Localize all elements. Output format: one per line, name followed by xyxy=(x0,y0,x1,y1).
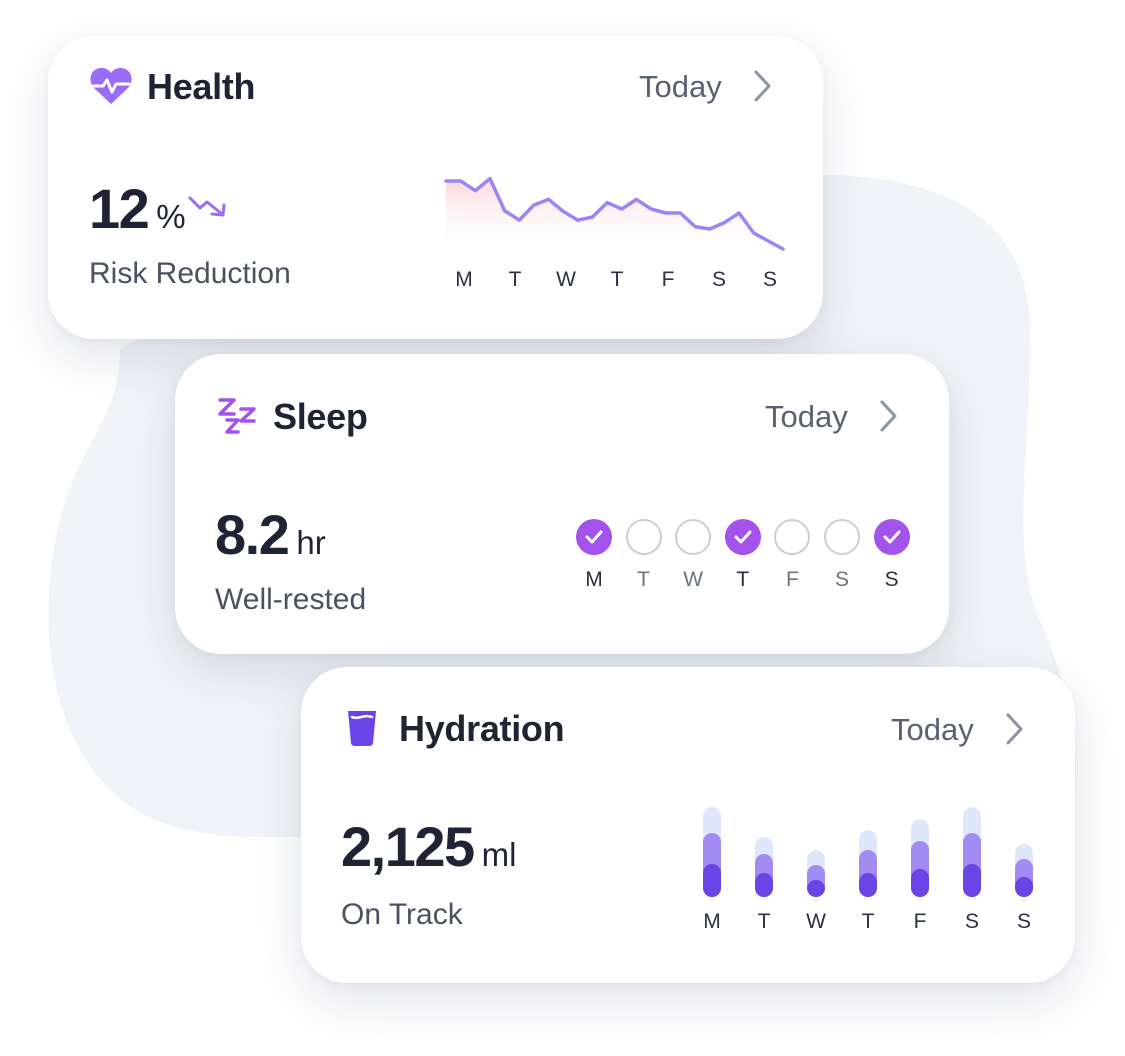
sleep-period-label[interactable]: Today xyxy=(765,399,848,435)
water-glass-icon xyxy=(348,711,376,746)
hydration-day-label: T xyxy=(861,910,875,933)
hydration-bar xyxy=(859,830,877,897)
sleep-day-check-done xyxy=(873,519,910,555)
health-day-label: S xyxy=(762,268,777,291)
sleep-label: Well-rested xyxy=(215,583,367,616)
hydration-bar-segment xyxy=(963,864,981,897)
hydration-card[interactable]: Hydration Today 2,125 ml On Track M T W T F S S xyxy=(301,667,1075,983)
sleep-day-check-empty xyxy=(675,519,712,555)
hydration-value: 2,125 xyxy=(341,815,475,878)
sleep-day-check-done xyxy=(576,519,612,555)
hydration-day-label: S xyxy=(964,910,979,933)
hydration-day-label: M xyxy=(703,910,721,933)
health-card[interactable]: Health Today 12% Risk Reduction M T W T F S S xyxy=(48,36,823,339)
health-period-label[interactable]: Today xyxy=(639,69,722,105)
hydration-title: Hydration xyxy=(399,708,565,749)
health-day-label: T xyxy=(508,268,522,291)
checkmark-icon xyxy=(883,530,901,544)
checkmark-icon xyxy=(734,530,752,544)
sleep-day-label: M xyxy=(585,568,603,591)
checkmark-icon xyxy=(585,530,603,544)
heart-pulse-icon xyxy=(90,67,132,104)
sleep-day-check-empty xyxy=(824,519,860,555)
sleep-day-check-done xyxy=(724,519,761,555)
health-day-label: T xyxy=(610,268,624,291)
chevron-right-icon[interactable] xyxy=(752,69,772,103)
health-day-label: F xyxy=(661,268,675,291)
hydration-bar-segment xyxy=(755,873,773,897)
hydration-bar xyxy=(963,807,981,897)
hydration-bar xyxy=(703,807,721,897)
chevron-right-icon[interactable] xyxy=(878,399,898,433)
hydration-bar-segment xyxy=(1015,877,1033,897)
health-metric: 12% xyxy=(89,181,186,237)
hydration-day-label: F xyxy=(913,910,927,933)
chevron-right-icon[interactable] xyxy=(1004,712,1024,746)
hydration-unit: ml xyxy=(481,836,517,873)
hydration-metric: 2,125 ml xyxy=(341,819,516,875)
health-day-label: W xyxy=(556,268,576,291)
hydration-day-label: T xyxy=(757,910,771,933)
sleep-day-label: F xyxy=(785,568,799,591)
health-label: Risk Reduction xyxy=(89,257,291,290)
sleep-day-label: S xyxy=(834,568,849,591)
hydration-bar xyxy=(755,837,773,897)
sleep-value: 8.2 xyxy=(215,503,290,566)
hydration-day-label: W xyxy=(806,910,826,933)
sleep-card[interactable]: Sleep Today 8.2 hr Well-rested M T W T F S S xyxy=(175,354,949,654)
sleep-day-check-empty xyxy=(774,519,811,555)
hydration-period-label[interactable]: Today xyxy=(891,712,974,748)
sleep-unit: hr xyxy=(296,524,326,561)
hydration-day-label: S xyxy=(1016,910,1031,933)
sleep-title: Sleep xyxy=(273,396,368,437)
hydration-bar xyxy=(1015,844,1033,897)
sleep-metric: 8.2 hr xyxy=(215,507,326,563)
health-day-label: S xyxy=(711,268,726,291)
hydration-bar xyxy=(807,850,825,897)
sleep-day-check-empty xyxy=(625,519,662,555)
sleep-day-label: T xyxy=(736,568,750,591)
health-unit: % xyxy=(156,198,186,235)
health-trend-chart xyxy=(444,176,785,256)
zzz-icon xyxy=(218,398,256,434)
sleep-day-label: T xyxy=(637,568,650,591)
hydration-bar-segment xyxy=(703,864,721,897)
health-value: 12 xyxy=(89,177,150,240)
health-day-label: M xyxy=(455,268,473,291)
hydration-bar-segment xyxy=(859,873,877,897)
health-title: Health xyxy=(147,66,256,107)
sleep-day-label: W xyxy=(683,568,704,591)
sleep-day-label: S xyxy=(884,568,899,591)
hydration-bar-segment xyxy=(911,869,929,897)
hydration-bar xyxy=(911,819,929,897)
hydration-label: On Track xyxy=(341,898,463,931)
hydration-bar-segment xyxy=(807,880,825,897)
trend-down-icon xyxy=(188,196,226,217)
